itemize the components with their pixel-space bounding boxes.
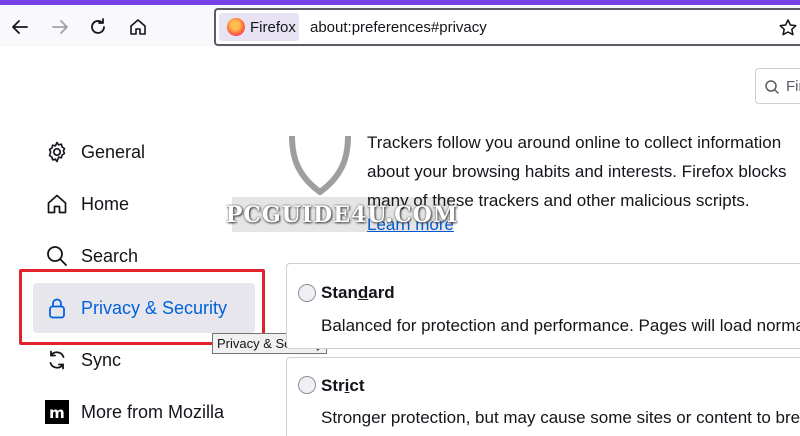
watermark: PCGUIDE4U.COM — [226, 197, 457, 232]
find-in-options-input[interactable]: Fir — [755, 68, 800, 104]
firefox-logo-icon — [227, 18, 245, 36]
sidebar-item-general[interactable]: General — [33, 127, 255, 177]
url-bar[interactable]: Firefox about:preferences#privacy — [214, 8, 800, 46]
forward-button[interactable] — [46, 13, 74, 41]
shield-icon — [289, 136, 351, 196]
back-button[interactable] — [6, 13, 34, 41]
option-description: Stronger protection, but may cause some … — [321, 408, 800, 427]
option-card-strict[interactable]: Strict Stronger protection, but may caus… — [286, 357, 800, 436]
sidebar-item-label: More from Mozilla — [81, 401, 225, 422]
navigation-toolbar: Firefox about:preferences#privacy — [0, 0, 800, 47]
back-arrow-icon — [12, 20, 28, 34]
sidebar-item-label: General — [81, 141, 146, 162]
option-description: Balanced for protection and performance.… — [321, 316, 800, 335]
bookmark-star-icon[interactable] — [778, 18, 798, 38]
sidebar-item-more-from-mozilla[interactable]: m More from Mozilla — [33, 387, 255, 436]
mozilla-icon: m — [45, 400, 69, 424]
gear-icon — [45, 140, 69, 164]
sidebar-item-label: Search — [81, 245, 139, 266]
search-icon — [45, 244, 69, 268]
reload-button[interactable] — [84, 13, 112, 41]
sidebar-item-home[interactable]: Home — [33, 179, 255, 229]
sidebar-item-label: Home — [81, 193, 130, 214]
url-text[interactable]: about:preferences#privacy — [310, 19, 487, 36]
identity-label: Firefox — [250, 18, 296, 36]
radio-standard[interactable] — [298, 284, 316, 302]
radio-strict[interactable] — [298, 376, 316, 394]
find-placeholder: Fir — [786, 78, 800, 95]
home-icon — [45, 192, 69, 216]
sync-icon — [45, 348, 69, 372]
option-title: Strict — [321, 376, 365, 395]
svg-text:m: m — [49, 404, 65, 422]
home-button[interactable] — [124, 13, 152, 41]
sidebar-item-label: Sync — [81, 349, 122, 370]
search-icon — [765, 80, 779, 94]
home-icon — [130, 19, 146, 35]
option-title: Standard — [321, 283, 395, 302]
forward-arrow-icon — [52, 20, 68, 34]
option-card-standard[interactable]: Standard Balanced for protection and per… — [286, 263, 800, 349]
identity-box[interactable]: Firefox — [219, 13, 299, 41]
reload-icon — [91, 18, 105, 34]
